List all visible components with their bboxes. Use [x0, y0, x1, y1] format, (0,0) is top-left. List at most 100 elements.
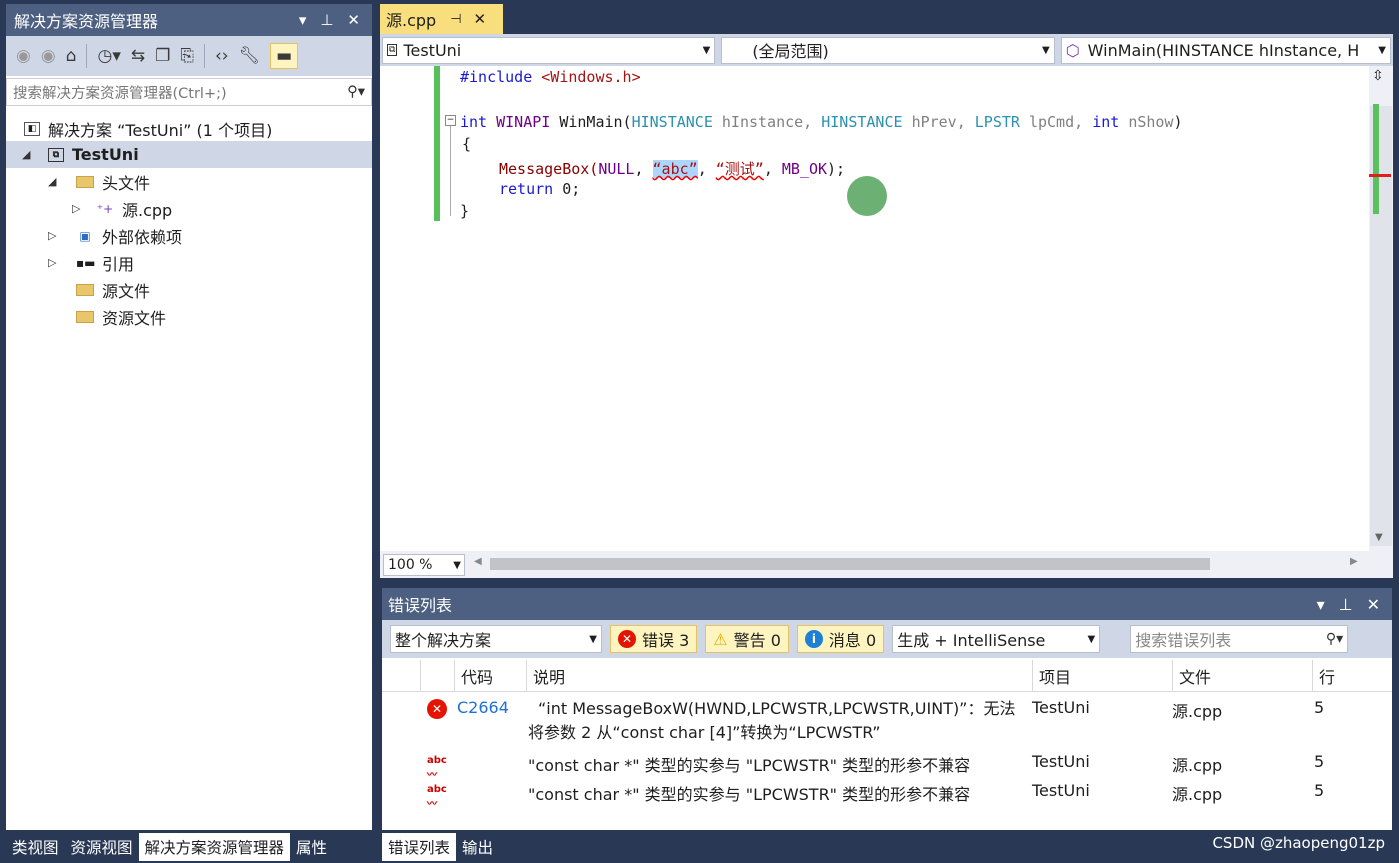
tab-class-view[interactable]: 类视图 [6, 833, 65, 861]
tree-item-references[interactable]: ▷ ▪▬ 引用 [6, 249, 372, 276]
pin-icon[interactable]: ⊣ [450, 12, 461, 27]
pin-icon[interactable]: ⊥ [320, 11, 333, 29]
warnings-count-label: 警告 0 [733, 631, 781, 650]
code-text-area[interactable]: − #include <Windows.h> int WINAPI WinMai… [380, 66, 1393, 551]
warnings-filter-button[interactable]: ⚠ 警告 0 [705, 625, 789, 653]
tree-item-source-cpp[interactable]: ▷ ⁺+ 源.cpp [6, 195, 372, 222]
folder-icon [76, 310, 94, 323]
scroll-down-icon[interactable]: ▼ [1375, 532, 1383, 543]
chevron-down-icon: ▼ [453, 559, 461, 571]
errors-filter-button[interactable]: ✕ 错误 3 [610, 625, 698, 653]
header-code[interactable]: 代码 [454, 660, 526, 692]
header-description[interactable]: 说明 [526, 660, 1032, 692]
tree-item-label: 解决方案 “TestUni” (1 个项目) [48, 120, 273, 140]
split-icon[interactable]: ⇳ [1372, 68, 1384, 84]
error-description: "const char *" 类型的实参与 "LPCWSTR" 类型的形参不兼容 [528, 756, 971, 775]
close-icon[interactable]: ✕ [347, 11, 360, 29]
error-list-title-bar: 错误列表 ▾ ⊥ ✕ [382, 588, 1392, 620]
tree-item-project[interactable]: ◢ ⧉ TestUni [6, 141, 372, 168]
project-icon: ⧉ [48, 147, 64, 162]
error-description: “int MessageBoxW(HWND,LPCWSTR,LPCWSTR,UI… [528, 699, 1016, 742]
tab-output[interactable]: 输出 [456, 833, 499, 861]
info-icon: i [804, 630, 823, 648]
messages-filter-button[interactable]: i 消息 0 [796, 625, 885, 653]
solution-explorer-panel: 解决方案资源管理器 ▾ ⊥ ✕ ◉ ◉ ⌂ ◷▾ ⇆ ❐ ⎘ ‹› 🔧︎ ▬ 搜… [6, 4, 372, 830]
header-project[interactable]: 项目 [1032, 660, 1172, 692]
pending-changes-icon[interactable]: ◷▾ [97, 46, 120, 66]
tree-item-label: 源.cpp [122, 200, 173, 220]
project-dropdown-value: TestUni [403, 40, 462, 60]
solution-explorer-title-bar: 解决方案资源管理器 ▾ ⊥ ✕ [6, 4, 372, 36]
tree-item-label: 外部依赖项 [102, 227, 183, 247]
collapse-outline-icon[interactable]: − [445, 115, 456, 126]
tab-solution-explorer[interactable]: 解决方案资源管理器 [138, 832, 291, 861]
scroll-right-icon[interactable]: ▶ [1350, 556, 1358, 567]
tree-item-header-files[interactable]: ◢ 头文件 [6, 168, 372, 195]
view-code-icon[interactable]: ‹› [215, 46, 229, 66]
method-icon: ⬡ [1065, 40, 1080, 60]
error-project: TestUni [1032, 781, 1090, 800]
zoom-dropdown[interactable]: 100 % ▼ [383, 554, 465, 576]
collapsed-arrow-icon[interactable]: ▷ [48, 256, 62, 269]
code-line-6: } [460, 202, 470, 220]
error-row[interactable]: ✕ C2664 “int MessageBoxW(HWND,LPCWSTR,LP… [382, 698, 1392, 746]
document-tab-source-cpp[interactable]: 源.cpp ⊣ ✕ [380, 4, 503, 34]
expanded-arrow-icon[interactable]: ◢ [48, 175, 62, 188]
project-dropdown[interactable]: ⧉ TestUni ▼ [382, 36, 716, 64]
messages-count-label: 消息 0 [828, 631, 877, 650]
tab-resource-view[interactable]: 资源视图 [65, 833, 139, 861]
warning-icon: ⚠ [713, 629, 728, 649]
error-list-panel: 错误列表 ▾ ⊥ ✕ 整个解决方案 ▼ ✕ 错误 3 ⚠ 警告 0 i 消息 0… [382, 588, 1392, 830]
search-icon[interactable]: ⚲▾ [1326, 631, 1343, 647]
error-file: 源.cpp [1172, 702, 1223, 721]
build-filter-dropdown[interactable]: 生成 + IntelliSense ▼ [892, 625, 1101, 653]
search-icon[interactable]: ⚲▾ [347, 84, 371, 100]
home-icon[interactable]: ⌂ [66, 46, 77, 66]
error-line: 5 [1314, 752, 1325, 771]
show-all-files-icon[interactable]: ⎘ [180, 46, 194, 66]
tree-item-external-deps[interactable]: ▷ ▣ 外部依赖项 [6, 222, 372, 249]
tree-item-resource-files[interactable]: 资源文件 [6, 303, 372, 330]
horizontal-scroll-thumb[interactable] [490, 558, 1210, 570]
external-deps-icon: ▣ [79, 228, 91, 243]
forward-icon[interactable]: ◉ [41, 46, 56, 66]
error-code-link[interactable]: C2664 [457, 698, 509, 717]
header-line[interactable]: 行 [1312, 660, 1388, 692]
solution-search-input[interactable]: 搜索解决方案资源管理器(Ctrl+;) ⚲▾ [6, 78, 372, 106]
back-icon[interactable]: ◉ [16, 46, 31, 66]
collapsed-arrow-icon[interactable]: ▷ [48, 229, 62, 242]
tree-item-source-files[interactable]: 源文件 [6, 276, 372, 303]
properties-wrench-icon[interactable]: 🔧︎ [239, 46, 261, 66]
editor-status-strip: 100 % ▼ ◀ ▶ [380, 551, 1393, 578]
intellisense-error-icon: abc 〰 [427, 784, 447, 810]
dropdown-icon[interactable]: ▾ [1317, 595, 1325, 614]
error-row[interactable]: abc 〰 "const char *" 类型的实参与 "LPCWSTR" 类型的… [382, 752, 1392, 781]
close-icon[interactable]: ✕ [474, 10, 487, 28]
header-file[interactable]: 文件 [1172, 660, 1312, 692]
collapse-all-icon[interactable]: ❐ [155, 46, 170, 66]
error-file: 源.cpp [1172, 756, 1223, 775]
left-bottom-tabs: 类视图 资源视图 解决方案资源管理器 属性 [6, 830, 372, 863]
close-icon[interactable]: ✕ [1367, 595, 1380, 614]
code-line-1: #include <Windows.h> [460, 68, 641, 86]
tree-item-label: 引用 [102, 254, 135, 274]
scope-dropdown[interactable]: (全局范围) ▼ [721, 36, 1055, 64]
error-icon: ✕ [618, 630, 636, 648]
header-icon-col[interactable] [420, 660, 454, 692]
member-dropdown[interactable]: ⬡ WinMain(HINSTANCE hInstance, H ▼ [1060, 36, 1391, 64]
error-search-input[interactable]: 搜索错误列表 ⚲▾ [1130, 625, 1349, 653]
error-row[interactable]: abc 〰 "const char *" 类型的实参与 "LPCWSTR" 类型的… [382, 781, 1392, 810]
tab-error-list[interactable]: 错误列表 [382, 832, 457, 861]
scroll-left-icon[interactable]: ◀ [474, 556, 482, 567]
preview-selected-icon[interactable]: ▬ [270, 43, 299, 69]
dropdown-icon[interactable]: ▾ [299, 11, 307, 29]
error-search-placeholder: 搜索错误列表 [1135, 631, 1232, 650]
pin-icon[interactable]: ⊥ [1339, 595, 1353, 614]
tab-properties[interactable]: 属性 [290, 833, 333, 861]
tree-item-solution[interactable]: ◧ 解决方案 “TestUni” (1 个项目) [6, 115, 372, 142]
collapsed-arrow-icon[interactable]: ▷ [72, 202, 86, 215]
solution-explorer-title: 解决方案资源管理器 [14, 12, 159, 31]
scope-filter-dropdown[interactable]: 整个解决方案 ▼ [390, 625, 602, 653]
sync-icon[interactable]: ⇆ [131, 46, 145, 66]
expanded-arrow-icon[interactable]: ◢ [22, 148, 36, 161]
